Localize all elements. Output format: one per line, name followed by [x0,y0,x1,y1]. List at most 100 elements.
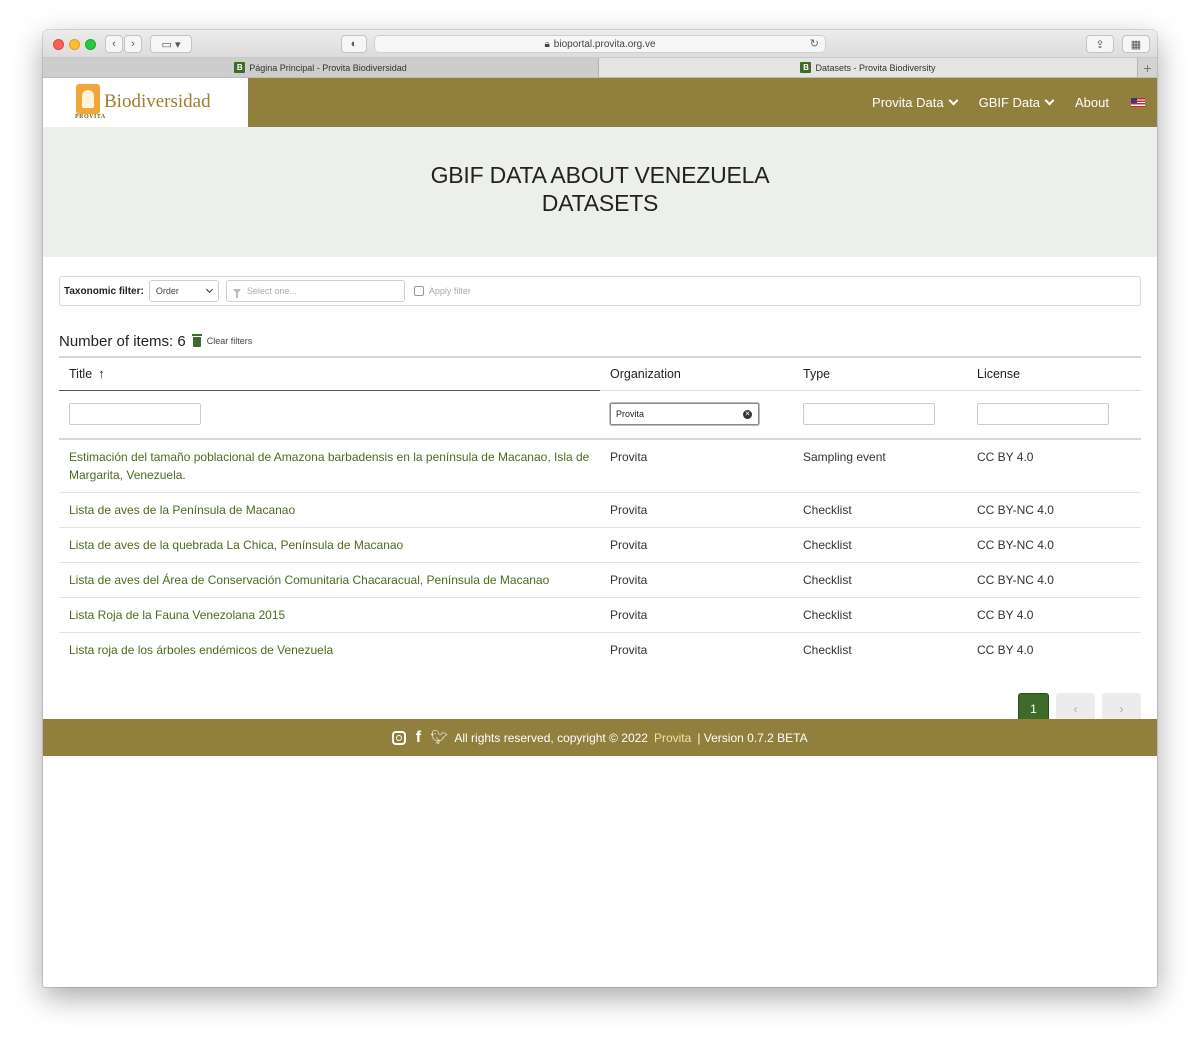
dataset-type: Checklist [793,597,967,633]
dataset-title-link[interactable]: Lista roja de los árboles endémicos de V… [59,633,600,668]
address-bar[interactable]: 🔒︎ bioportal.provita.org.ve ↻ [374,35,826,53]
column-header-type[interactable]: Type [793,357,967,391]
browser-titlebar: ‹ › ▭ ▾ ◐ 🔒︎ bioportal.provita.org.ve ↻ … [43,30,1157,58]
table-row: Estimación del tamaño poblacional de Ama… [59,439,1141,493]
organization-filter-input[interactable]: Provita ✕ [610,403,759,426]
datasets-table: Title ↑ Organization Type License Provita… [59,356,1141,667]
back-icon[interactable]: ‹ [105,35,123,53]
dataset-organization: Provita [600,597,793,633]
brand-name: Biodiversidad [104,91,211,112]
share-icon[interactable]: ⇪ [1086,35,1114,53]
clear-filters-button[interactable]: Clear filters [207,336,253,346]
dataset-title-link[interactable]: Estimación del tamaño poblacional de Ama… [59,439,600,493]
rank-select[interactable]: Order [148,280,219,302]
column-header-organization[interactable]: Organization [600,357,793,391]
column-header-license[interactable]: License [967,357,1141,391]
dataset-license: CC BY-NC 4.0 [967,492,1141,528]
twitter-icon[interactable]: 🐦︎ [430,729,448,746]
dataset-title-link[interactable]: Lista de aves del Área de Conservación C… [59,562,600,598]
apply-filter-label: Apply filter [428,286,471,296]
nav-gbif-data-dropdown[interactable]: GBIF Data [978,95,1055,110]
minimize-window-button[interactable] [69,39,80,50]
favicon-icon: B [234,62,246,73]
reload-icon[interactable]: ↻ [810,37,819,50]
clear-input-icon[interactable]: ✕ [743,410,752,420]
organization-filter-value: Provita [616,409,645,420]
sort-ascending-icon: ↑ [98,366,105,382]
column-header-label: Title [69,367,93,382]
trash-icon[interactable] [191,334,202,347]
dataset-license: CC BY 4.0 [967,597,1141,633]
title-filter-input[interactable] [69,403,201,426]
us-flag-icon[interactable] [1131,98,1145,107]
lock-icon: 🔒︎ [544,38,550,50]
chevron-down-icon [948,95,959,106]
dataset-license: CC BY-NC 4.0 [967,562,1141,598]
column-header-title[interactable]: Title ↑ [59,357,600,391]
dataset-type: Checklist [793,527,967,563]
privacy-shield-icon[interactable]: ◐ [341,35,367,53]
dataset-title-link[interactable]: Lista Roja de la Fauna Venezolana 2015 [59,597,600,633]
taxon-select[interactable]: Select one... [225,280,405,302]
nav-about-link[interactable]: About [1075,95,1109,110]
facebook-icon[interactable]: f [412,729,424,747]
dataset-organization: Provita [600,439,793,493]
dataset-type: Checklist [793,492,967,528]
table-row: Lista Roja de la Fauna Venezolana 2015 P… [59,597,1141,633]
nav-provita-data-dropdown[interactable]: Provita Data [872,95,959,110]
brand-logo-link[interactable]: PROVITA Biodiversidad [43,78,248,127]
page-hero: GBIF DATA ABOUT VENEZUELA DATASETS [43,127,1157,257]
browser-tab-active[interactable]: B Datasets - Provita Biodiversity [599,58,1137,77]
tab-label: Datasets - Provita Biodiversity [815,62,936,73]
nav-item-label: GBIF Data [978,95,1041,110]
dataset-title-link[interactable]: Lista de aves de la quebrada La Chica, P… [59,527,600,563]
dataset-type: Checklist [803,643,852,657]
forward-icon[interactable]: › [124,35,142,53]
license-filter-input[interactable] [977,403,1109,426]
table-row: Lista de aves del Área de Conservación C… [59,562,1141,598]
table-row: Lista de aves de la quebrada La Chica, P… [59,527,1141,563]
table-row: Lista roja de los árboles endémicos de V… [59,633,1141,668]
sidebar-toggle-icon[interactable]: ▭ ▾ [150,35,192,53]
chevron-down-icon [205,285,213,294]
nav-item-label: Provita Data [872,95,944,110]
close-window-button[interactable] [53,39,64,50]
new-tab-button[interactable]: + [1137,58,1157,77]
column-header-label: Type [803,366,831,381]
brand-sub-text: PROVITA [75,114,106,120]
chevron-down-icon [1044,95,1055,106]
type-filter-input[interactable] [803,403,935,426]
footer-copyright: All rights reserved, copyright © 2022 [454,730,648,745]
dataset-type: Sampling event [793,439,967,493]
footer-provita-link[interactable]: Provita [654,731,691,745]
column-header-label: License [977,366,1021,381]
dataset-title-link[interactable]: Lista de aves de la Península de Macanao [59,492,600,528]
taxon-select-placeholder: Select one... [246,286,297,296]
column-filter-row: Provita ✕ [59,390,1141,440]
zoom-window-button[interactable] [85,39,96,50]
filter-label: Taxonomic filter: [64,285,144,297]
instagram-icon[interactable] [392,730,407,745]
page-title-line2: DATASETS [541,190,659,216]
site-navbar: PROVITA Biodiversidad Provita Data GBIF … [43,78,1157,127]
nav-item-label: About [1075,95,1109,110]
dataset-license: CC BY 4.0 [967,439,1141,493]
main-content: Taxonomic filter: Order Select one... Ap… [43,257,1157,724]
table-header-row: Title ↑ Organization Type License [59,357,1141,391]
browser-tabbar: B Página Principal - Provita Biodiversid… [43,58,1157,78]
browser-tab[interactable]: B Página Principal - Provita Biodiversid… [43,58,599,77]
provita-logo-icon [76,84,100,114]
dataset-license: CC BY-NC 4.0 [967,527,1141,563]
table-row: Lista de aves de la Península de Macanao… [59,492,1141,528]
apply-filter-checkbox[interactable] [413,286,424,296]
dataset-organization: Provita [610,643,648,657]
taxonomic-filter-bar: Taxonomic filter: Order Select one... Ap… [59,276,1141,306]
url-text: bioportal.provita.org.ve [553,38,656,50]
filter-icon [232,288,241,298]
rank-select-value: Order [155,286,179,296]
favicon-icon: B [800,62,812,73]
dataset-license: CC BY 4.0 [977,643,1034,657]
footer-version: | Version 0.7.2 BETA [697,730,808,745]
tab-overview-icon[interactable]: ▦ [1122,35,1150,53]
items-count: Number of items: 6 [59,332,186,350]
